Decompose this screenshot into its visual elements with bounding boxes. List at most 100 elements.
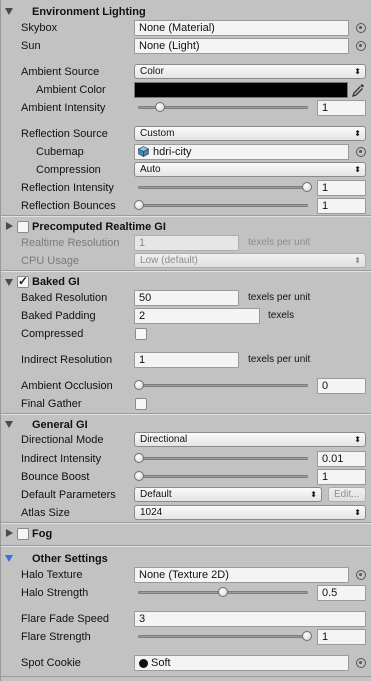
eyedropper-icon[interactable] [351,82,366,98]
compressed-label: Compressed [21,328,84,340]
indirect-intensity-slider[interactable] [134,453,312,465]
ambient-intensity-input[interactable]: 1 [317,100,366,116]
reflection-bounces-label: Reflection Bounces [21,200,116,212]
directional-mode-dropdown[interactable]: Directional ⬍ [134,432,366,447]
default-parameters-dropdown[interactable]: Default ⬍ [134,487,322,502]
lighting-inspector-panel: Environment Lighting Skybox None (Materi… [0,0,371,681]
baked-resolution-input[interactable]: 50 [134,290,239,306]
default-parameters-value: Default [140,489,172,500]
skybox-label: Skybox [21,22,58,34]
final-gather-checkbox[interactable] [135,398,147,410]
compression-dropdown[interactable]: Auto ⬍ [134,162,366,177]
cubemap-field[interactable]: hdri-city [134,144,349,160]
ambient-source-label: Ambient Source [21,66,100,78]
other-settings-header[interactable]: Other Settings [32,552,108,566]
baked-gi-checkbox[interactable] [17,274,29,288]
slider-thumb[interactable] [134,471,144,481]
reflection-intensity-slider[interactable] [134,182,312,194]
slider-track[interactable] [138,384,308,387]
precomputed-gi-header[interactable]: Precomputed Realtime GI [32,220,166,234]
spot-cookie-field[interactable]: Soft [134,655,349,671]
divider [1,414,371,415]
slider-thumb[interactable] [134,200,144,210]
edit-parameters-button[interactable]: Edit... [328,487,366,502]
ambient-intensity-slider[interactable] [134,102,312,114]
halo-strength-input[interactable]: 0.5 [317,585,366,601]
baked-gi-header[interactable]: Baked GI [32,275,80,289]
reflection-source-dropdown[interactable]: Custom ⬍ [134,126,366,141]
bounce-boost-label: Bounce Boost [21,471,90,483]
precomputed-gi-foldout-icon[interactable] [6,222,13,230]
ambient-occlusion-slider[interactable] [134,380,312,392]
indirect-intensity-input[interactable]: 0.01 [317,451,366,467]
reflection-bounces-input[interactable]: 1 [317,198,366,214]
baked-resolution-label: Baked Resolution [21,292,108,304]
slider-thumb[interactable] [302,631,312,641]
compression-value: Auto [140,164,161,175]
updown-arrows-icon: ⬍ [354,256,361,265]
baked-padding-input[interactable]: 2 [134,308,260,324]
spot-cookie-object-picker-icon[interactable] [356,658,366,668]
bounce-boost-input[interactable]: 1 [317,469,366,485]
slider-track[interactable] [138,457,308,460]
skybox-object-picker-icon[interactable] [356,23,366,33]
reflection-source-label: Reflection Source [21,128,108,140]
flare-strength-input[interactable]: 1 [317,629,366,645]
ambient-color-swatch[interactable] [134,82,348,98]
halo-strength-slider[interactable] [134,587,312,599]
reflection-bounces-slider[interactable] [134,200,312,212]
reflection-source-value: Custom [140,128,175,139]
ambient-occlusion-input[interactable]: 0 [317,378,366,394]
ambient-source-dropdown[interactable]: Color ⬍ [134,64,366,79]
indirect-resolution-input[interactable]: 1 [134,352,239,368]
divider [1,523,371,524]
cubemap-object-picker-icon[interactable] [356,147,366,157]
updown-arrows-icon: ⬍ [354,67,361,76]
general-gi-foldout-icon[interactable] [5,421,13,428]
bounce-boost-slider[interactable] [134,471,312,483]
divider [1,216,371,217]
updown-arrows-icon: ⬍ [354,165,361,174]
fog-checkbox[interactable] [17,528,29,540]
ambient-source-value: Color [140,66,164,77]
atlas-size-dropdown[interactable]: 1024 ⬍ [134,505,366,520]
slider-track[interactable] [138,475,308,478]
ambient-intensity-label: Ambient Intensity [21,102,106,114]
realtime-resolution-label: Realtime Resolution [21,237,120,249]
halo-texture-object-picker-icon[interactable] [356,570,366,580]
default-parameters-label: Default Parameters [21,489,116,501]
slider-thumb[interactable] [134,380,144,390]
sun-field[interactable]: None (Light) [134,38,349,54]
flare-strength-label: Flare Strength [21,631,91,643]
slider-track[interactable] [138,635,308,638]
cpu-usage-dropdown[interactable]: Low (default) ⬍ [134,253,366,268]
sun-label: Sun [21,40,41,52]
slider-track[interactable] [138,204,308,207]
sun-object-picker-icon[interactable] [356,41,366,51]
reflection-intensity-input[interactable]: 1 [317,180,366,196]
slider-thumb[interactable] [218,587,228,597]
realtime-resolution-input[interactable]: 1 [134,235,239,251]
general-gi-header[interactable]: General GI [32,418,88,432]
compression-label: Compression [36,164,101,176]
slider-thumb[interactable] [155,102,165,112]
environment-lighting-header[interactable]: Environment Lighting [32,5,146,19]
cpu-usage-value: Low (default) [140,255,198,266]
flare-fade-speed-input[interactable]: 3 [134,611,366,627]
flare-strength-slider[interactable] [134,631,312,643]
slider-track[interactable] [138,186,308,189]
environment-lighting-foldout-icon[interactable] [5,8,13,15]
skybox-field[interactable]: None (Material) [134,20,349,36]
indirect-intensity-label: Indirect Intensity [21,453,102,465]
slider-thumb[interactable] [134,453,144,463]
precomputed-gi-checkbox[interactable] [17,221,29,233]
fog-header[interactable]: Fog [32,527,52,541]
other-settings-foldout-icon[interactable] [5,555,13,562]
baked-padding-unit: texels [268,310,295,321]
spot-cookie-value: Soft [151,657,171,669]
compressed-checkbox[interactable] [135,328,147,340]
fog-foldout-icon[interactable] [6,529,13,537]
slider-thumb[interactable] [302,182,312,192]
baked-gi-foldout-icon[interactable] [5,279,13,286]
halo-texture-field[interactable]: None (Texture 2D) [134,567,349,583]
